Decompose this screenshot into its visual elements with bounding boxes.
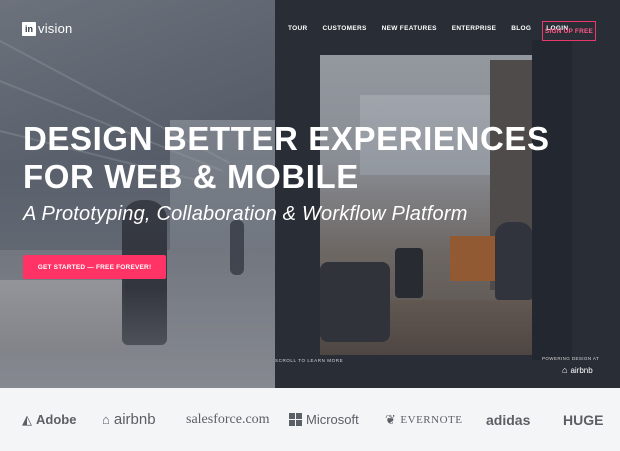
logo-adidas: adidas — [486, 388, 530, 451]
hero-headline: DESIGN BETTER EXPERIENCES FOR WEB & MOBI… — [23, 120, 550, 196]
get-started-button[interactable]: GET STARTED — FREE FOREVER! — [23, 255, 166, 279]
airbnb-icon: ⌂ — [562, 365, 568, 375]
powering-label: POWERING DESIGN AT — [542, 356, 600, 361]
logo-evernote-text: EVERNOTE — [400, 413, 463, 426]
adobe-icon: ◭ — [22, 411, 32, 427]
hero-section: in vision TOUR CUSTOMERS NEW FEATURES EN… — [0, 0, 620, 388]
headline-line-2: FOR WEB & MOBILE — [23, 158, 359, 195]
logo-salesforce: salesforce.com — [186, 388, 270, 451]
logo-airbnb-text: airbnb — [113, 411, 156, 428]
logo-mark: in — [22, 21, 36, 36]
nav-item-new-features[interactable]: NEW FEATURES — [382, 25, 437, 32]
scroll-hint[interactable]: SCROLL TO LEARN MORE — [275, 358, 343, 363]
invision-logo[interactable]: in vision — [22, 21, 72, 36]
main-nav: TOUR CUSTOMERS NEW FEATURES ENTERPRISE B… — [288, 25, 583, 32]
logo-evernote: ❦ EVERNOTE — [385, 388, 462, 451]
customer-logos: ◭ Adobe ⌂ airbnb salesforce.com Microsof… — [0, 388, 620, 451]
logo-airbnb: ⌂ airbnb — [102, 388, 156, 451]
logo-adidas-text: adidas — [486, 411, 531, 428]
logo-microsoft: Microsoft — [289, 388, 359, 451]
hero-subheadline: A Prototyping, Collaboration & Workflow … — [23, 203, 468, 225]
powering-brand: ⌂ airbnb — [562, 365, 593, 375]
logo-salesforce-text: salesforce.com — [186, 411, 270, 427]
logo-huge: HUGE — [563, 388, 603, 451]
signup-button[interactable]: SIGN UP FREE — [542, 21, 596, 41]
microsoft-icon — [289, 413, 302, 426]
logo-adobe-text: Adobe — [36, 412, 77, 427]
logo-text: vision — [38, 21, 73, 36]
nav-item-customers[interactable]: CUSTOMERS — [323, 25, 367, 32]
logo-huge-text: HUGE — [563, 411, 604, 428]
logo-microsoft-text: Microsoft — [306, 412, 359, 427]
powering-brand-name: airbnb — [570, 365, 593, 375]
headline-line-1: DESIGN BETTER EXPERIENCES — [23, 120, 550, 157]
nav-item-enterprise[interactable]: ENTERPRISE — [452, 25, 497, 32]
logo-adobe: ◭ Adobe — [22, 388, 76, 451]
nav-item-tour[interactable]: TOUR — [288, 25, 308, 32]
airbnb-icon: ⌂ — [102, 412, 110, 427]
nav-item-blog[interactable]: BLOG — [511, 25, 531, 32]
elephant-icon: ❦ — [385, 411, 397, 427]
